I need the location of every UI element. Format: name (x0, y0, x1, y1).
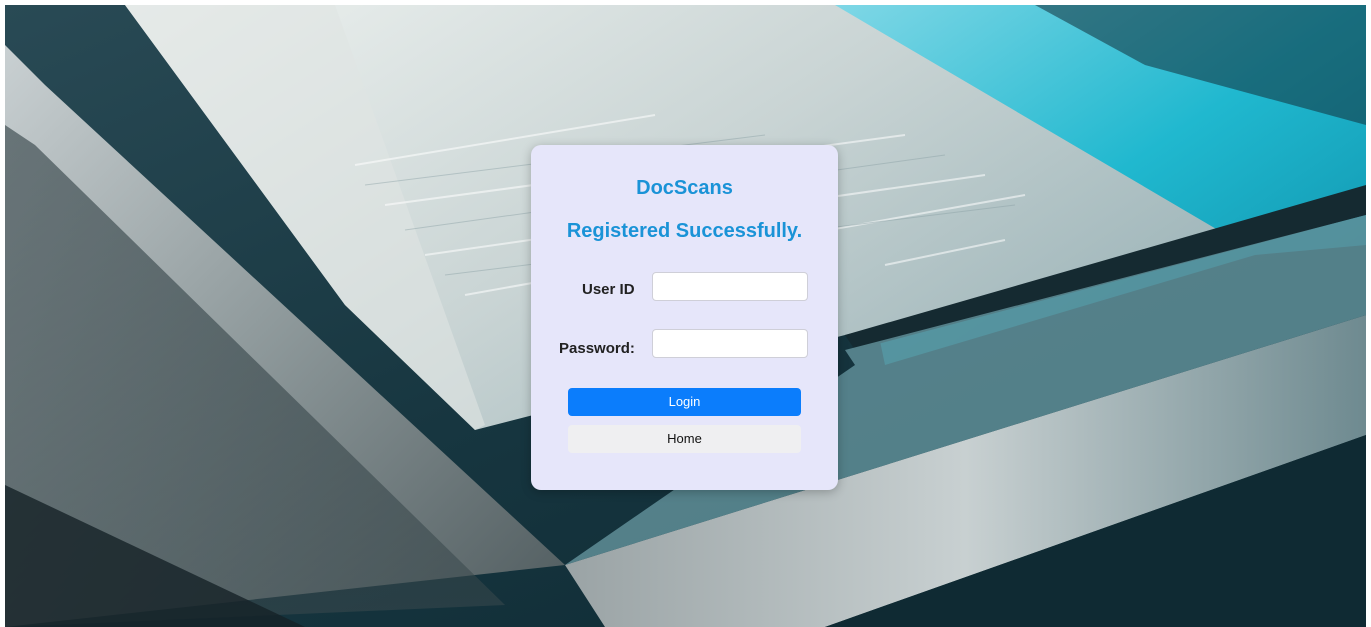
login-card: DocScans Registered Successfully. User I… (531, 145, 838, 490)
registration-success-message: Registered Successfully. (566, 220, 803, 242)
home-button[interactable]: Home (568, 425, 801, 453)
user-id-input[interactable] (652, 272, 808, 301)
login-button[interactable]: Login (568, 388, 801, 416)
brand-title: DocScans (636, 177, 733, 199)
password-label: Password: (559, 340, 635, 357)
login-page: DocScans Registered Successfully. User I… (0, 0, 1371, 627)
password-input[interactable] (652, 329, 808, 358)
user-id-label: User ID (582, 281, 635, 298)
